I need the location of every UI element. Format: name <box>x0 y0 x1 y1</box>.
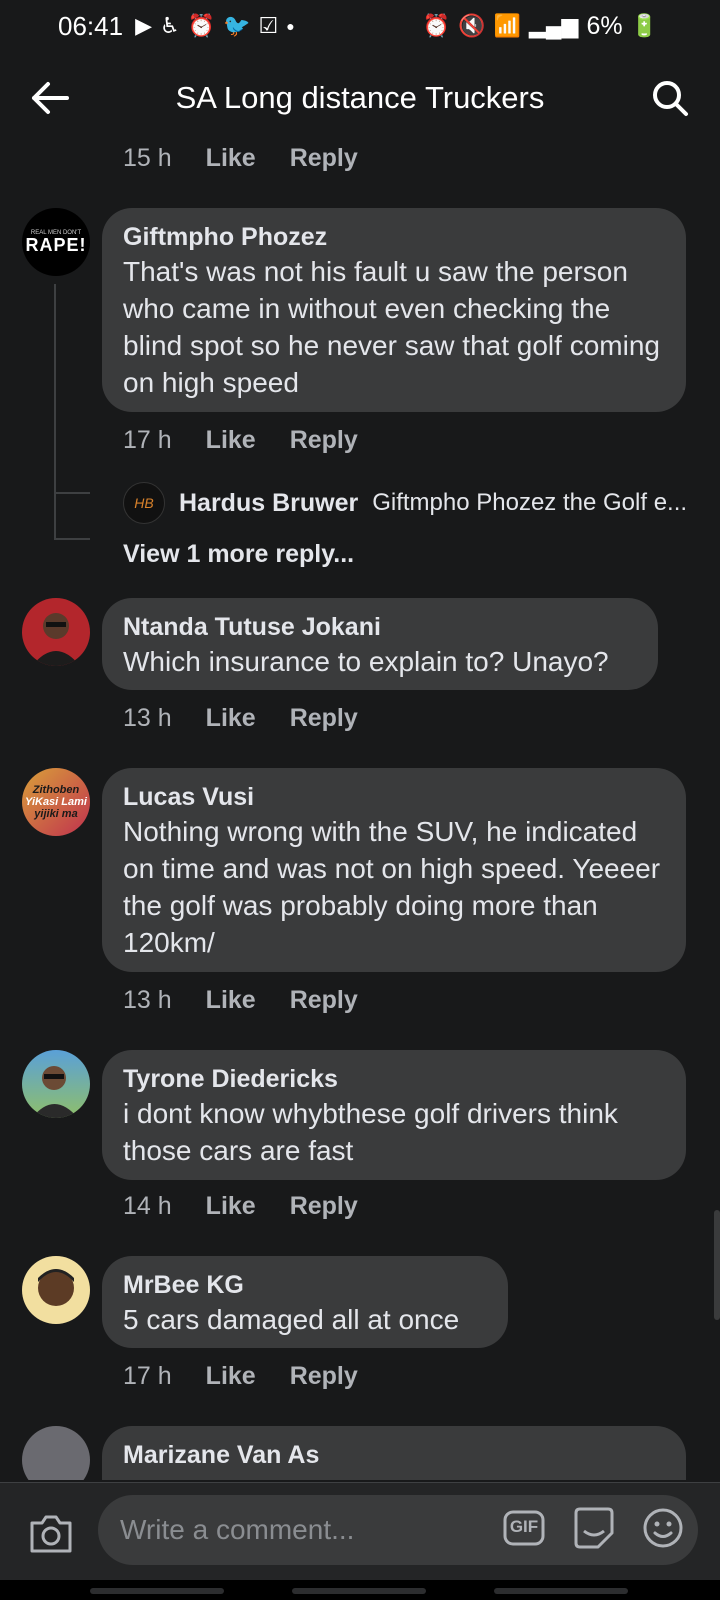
reply-author[interactable]: Hardus Bruwer <box>179 489 358 518</box>
status-time: 06:41 <box>58 10 124 41</box>
reply-button[interactable]: Reply <box>290 1362 358 1391</box>
emoji-icon[interactable] <box>642 1507 684 1549</box>
comment-actions: 17 h Like Reply <box>123 1362 358 1391</box>
avatar[interactable] <box>22 1050 90 1118</box>
comment-time: 15 h <box>123 144 172 172</box>
comment-actions: 14 h Like Reply <box>123 1192 358 1221</box>
comment-text: Which insurance to explain to? Unayo? <box>123 646 609 677</box>
like-button[interactable]: Like <box>206 986 256 1015</box>
like-button[interactable]: Like <box>206 1192 256 1221</box>
nav-home-button[interactable] <box>292 1588 426 1594</box>
youtube-icon: ▶ <box>135 13 152 38</box>
comment-bubble[interactable]: Ntanda Tutuse Jokani Which insurance to … <box>102 598 658 690</box>
avatar[interactable] <box>22 598 90 666</box>
twitter-icon: 🐦 <box>223 13 251 38</box>
comment-actions: 13 h Like Reply <box>123 704 358 733</box>
thread-branch <box>54 492 90 494</box>
system-nav-bar <box>0 1580 720 1600</box>
comment-time: 13 h <box>123 704 172 732</box>
comment-time: 17 h <box>123 426 172 454</box>
scrollbar[interactable] <box>714 1210 720 1320</box>
like-button[interactable]: Like <box>206 144 256 173</box>
comment-time: 13 h <box>123 986 172 1014</box>
comment-actions: 13 h Like Reply <box>123 986 358 1015</box>
comment-bubble[interactable]: Tyrone Diedericks i dont know whybthese … <box>102 1050 686 1180</box>
like-button[interactable]: Like <box>206 426 256 455</box>
alarm-icon: ⏰ <box>422 13 451 38</box>
search-icon[interactable] <box>648 76 692 120</box>
comment-composer: Write a comment... GIF <box>0 1482 720 1581</box>
accessibility-icon: ♿ <box>160 13 180 38</box>
reply-text: Giftmpho Phozez the Golf e... <box>372 489 688 516</box>
avatar[interactable]: HB <box>123 482 165 524</box>
comment-text: i dont know whybthese golf drivers think… <box>123 1098 626 1166</box>
comment-text: That's was not his fault u saw the perso… <box>123 256 668 398</box>
nav-recents-button[interactable] <box>90 1588 224 1594</box>
nav-back-button[interactable] <box>494 1588 628 1594</box>
sticker-icon[interactable] <box>572 1507 616 1549</box>
comment-time: 14 h <box>123 1192 172 1220</box>
like-button[interactable]: Like <box>206 1362 256 1391</box>
back-arrow-icon[interactable] <box>28 76 72 120</box>
comment-bubble[interactable]: Marizane Van As <box>102 1426 686 1480</box>
system-icons: ⏰ 🔇 📶 ▂▄▆ 6% 🔋 <box>423 12 658 41</box>
battery-icon: 🔋 <box>630 13 658 38</box>
comment-author[interactable]: Lucas Vusi <box>123 782 666 813</box>
reply-button[interactable]: Reply <box>290 1192 358 1221</box>
signal-icon: ▂▄▆ <box>529 13 579 38</box>
comment-time: 17 h <box>123 1362 172 1390</box>
thread-line <box>54 284 56 540</box>
avatar[interactable] <box>22 1256 90 1324</box>
app-header: SA Long distance Truckers <box>0 52 720 144</box>
alarm-notification-icon: ⏰ <box>187 13 216 38</box>
mute-icon: 🔇 <box>458 13 486 38</box>
comment-text: 5 cars damaged all at once <box>123 1304 460 1335</box>
battery-percent: 6% <box>586 11 623 40</box>
gif-label: GIF <box>509 1517 539 1536</box>
avatar[interactable]: REAL MEN DON'T RAPE! <box>22 208 90 276</box>
comment-author[interactable]: Marizane Van As <box>123 1440 666 1471</box>
comment-actions: 17 h Like Reply <box>123 426 358 455</box>
gif-button[interactable]: GIF <box>503 1510 545 1546</box>
comment-text: Nothing wrong with the SUV, he indicated… <box>123 816 668 958</box>
comment-author[interactable]: MrBee KG <box>123 1270 488 1301</box>
comment-bubble[interactable]: MrBee KG 5 cars damaged all at once <box>102 1256 508 1348</box>
wifi-icon: 📶 <box>493 13 522 38</box>
avatar[interactable] <box>22 1426 90 1480</box>
view-more-replies-link[interactable]: View 1 more reply... <box>123 540 354 569</box>
avatar[interactable]: Zithoben YiKasi Lami yijiki ma <box>22 768 90 836</box>
comment-bubble[interactable]: Giftmpho Phozez That's was not his fault… <box>102 208 686 412</box>
comments-feed[interactable]: 15 h Like Reply REAL MEN DON'T RAPE! Gif… <box>0 140 720 1480</box>
comment-actions: 15 h Like Reply <box>123 144 358 173</box>
comment-bubble[interactable]: Lucas Vusi Nothing wrong with the SUV, h… <box>102 768 686 972</box>
checkmark-icon: ☑ <box>258 13 279 38</box>
like-button[interactable]: Like <box>206 704 256 733</box>
thread-branch <box>54 538 90 540</box>
page-title: SA Long distance Truckers <box>175 80 545 115</box>
status-bar: 06:41 ▶ ♿ ⏰ 🐦 ☑ ● ⏰ 🔇 📶 ▂▄▆ 6% 🔋 <box>0 0 720 52</box>
reply-preview[interactable]: HB Hardus Bruwer Giftmpho Phozez the Gol… <box>123 482 687 524</box>
reply-button[interactable]: Reply <box>290 986 358 1015</box>
comment-author[interactable]: Giftmpho Phozez <box>123 222 666 253</box>
reply-button[interactable]: Reply <box>290 704 358 733</box>
camera-icon[interactable] <box>28 1511 74 1555</box>
comment-author[interactable]: Ntanda Tutuse Jokani <box>123 612 638 643</box>
reply-button[interactable]: Reply <box>290 426 358 455</box>
notification-icons: ▶ ♿ ⏰ 🐦 ☑ ● <box>135 13 295 39</box>
reply-button[interactable]: Reply <box>290 144 358 173</box>
comment-author[interactable]: Tyrone Diedericks <box>123 1064 666 1095</box>
dot-icon: ● <box>286 18 295 34</box>
